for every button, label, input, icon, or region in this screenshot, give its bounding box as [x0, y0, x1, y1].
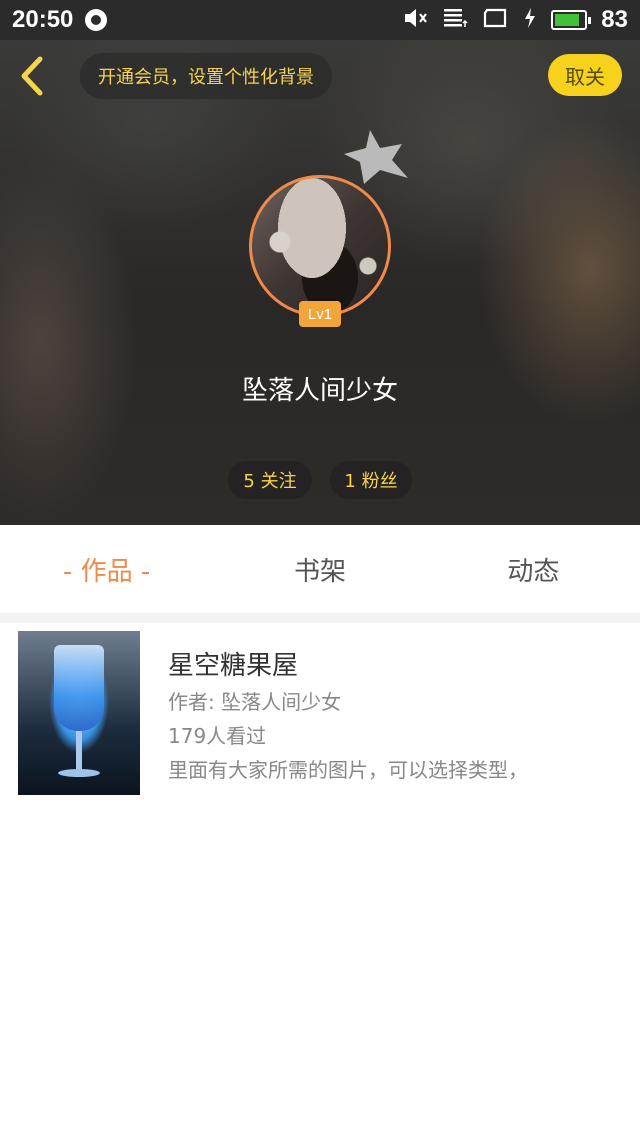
work-description: 里面有大家所需的图片，可以选择类型， [168, 758, 528, 782]
glass-illustration [54, 645, 104, 731]
fans-count[interactable]: 1 粉丝 [330, 461, 412, 499]
tab-activity[interactable]: 动态 [427, 551, 640, 588]
chevron-left-icon [21, 56, 43, 96]
profile-tabs: - 作品 - 书架 动态 [0, 525, 640, 613]
profile-header: 开通会员，设置个性化背景 取关 Lv1 坠落人间少女 5 关注 1 粉丝 [0, 40, 640, 525]
work-list-item[interactable]: 星空糖果屋 作者: 坠落人间少女 179人看过 里面有大家所需的图片，可以选择类… [10, 623, 631, 803]
data-icon [443, 7, 469, 33]
battery-percent: 83 [601, 6, 628, 33]
charging-icon [523, 7, 537, 33]
battery-icon [551, 10, 592, 30]
following-count[interactable]: 5 关注 [228, 461, 312, 499]
avatar[interactable] [249, 175, 391, 317]
status-time: 20:50 [12, 6, 74, 33]
back-button[interactable] [14, 54, 54, 98]
mute-icon [403, 7, 429, 33]
sync-icon [85, 9, 108, 31]
work-title: 星空糖果屋 [168, 651, 299, 681]
work-author: 作者: 坠落人间少女 [168, 690, 342, 714]
tab-works[interactable]: - 作品 - [0, 551, 213, 588]
tab-bookshelf[interactable]: 书架 [213, 551, 426, 588]
work-view-count: 179人看过 [168, 724, 267, 748]
status-icons: 83 [403, 6, 628, 34]
vip-background-banner[interactable]: 开通会员，设置个性化背景 [80, 53, 332, 99]
status-bar: 20:50 83 [0, 0, 640, 40]
screen-icon [483, 7, 509, 33]
work-cover-image[interactable] [18, 631, 140, 795]
level-badge: Lv1 [299, 301, 341, 327]
username: 坠落人间少女 [241, 376, 398, 406]
divider [0, 613, 640, 623]
unfollow-button[interactable]: 取关 [548, 54, 622, 96]
